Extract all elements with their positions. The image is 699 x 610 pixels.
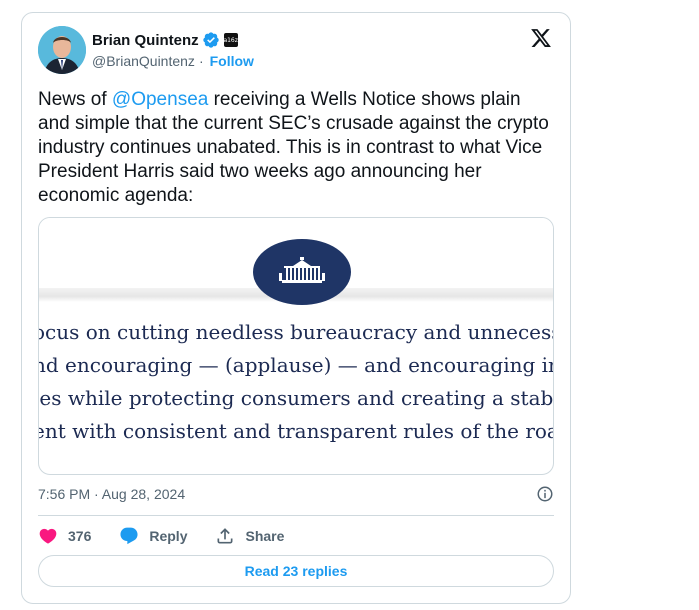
reply-label: Reply (149, 528, 188, 544)
handle-separator: · (198, 53, 204, 69)
like-count: 376 (68, 528, 92, 544)
avatar[interactable] (38, 26, 86, 74)
tweet-card: Brian Quintenz a16z @BrianQuintenz · Fol… (21, 12, 571, 604)
read-replies-button[interactable]: Read 23 replies (38, 555, 554, 587)
affiliate-badge-icon[interactable]: a16z (223, 33, 238, 47)
author-name[interactable]: Brian Quintenz (92, 32, 199, 49)
x-logo-icon[interactable] (530, 27, 552, 49)
quote-line: ent with consistent and transparent rule… (38, 419, 554, 443)
divider (38, 515, 554, 516)
share-button[interactable]: Share (215, 526, 284, 546)
follow-button[interactable]: Follow (210, 53, 254, 69)
quote-line: ocus on cutting needless bureaucracy and… (39, 320, 553, 344)
reply-button[interactable]: Reply (119, 526, 187, 546)
timestamp-row: 7:56 PM · Aug 28, 2024 (38, 484, 554, 504)
tweet-text: News of @Opensea receiving a Wells Notic… (38, 88, 553, 208)
reply-bubble-icon (120, 527, 138, 545)
info-icon[interactable] (536, 485, 554, 503)
avatar-image (38, 26, 86, 74)
affiliate-badge-text: a16z (223, 36, 238, 44)
quote-line: nd encouraging — (applause) — and encour… (39, 353, 553, 377)
quote-line: ies while protecting consumers and creat… (39, 386, 554, 410)
quote-text-image: ocus on cutting needless bureaucracy and… (38, 316, 554, 448)
white-house-seal-icon (253, 239, 351, 305)
heart-icon (39, 528, 57, 544)
verified-badge-icon (202, 32, 219, 48)
tweet-text-intro: News of (38, 89, 112, 110)
action-bar: 376 Reply Share (38, 525, 312, 547)
author-block: Brian Quintenz a16z @BrianQuintenz · Fol… (92, 29, 254, 70)
like-button[interactable]: 376 (38, 526, 91, 546)
author-handle[interactable]: @BrianQuintenz (92, 53, 195, 69)
share-icon (217, 528, 233, 544)
timestamp-link[interactable]: 7:56 PM · Aug 28, 2024 (38, 486, 185, 502)
mention-link[interactable]: @Opensea (112, 89, 208, 110)
share-label: Share (245, 528, 285, 544)
tweet-media-image[interactable]: ocus on cutting needless bureaucracy and… (38, 217, 554, 475)
